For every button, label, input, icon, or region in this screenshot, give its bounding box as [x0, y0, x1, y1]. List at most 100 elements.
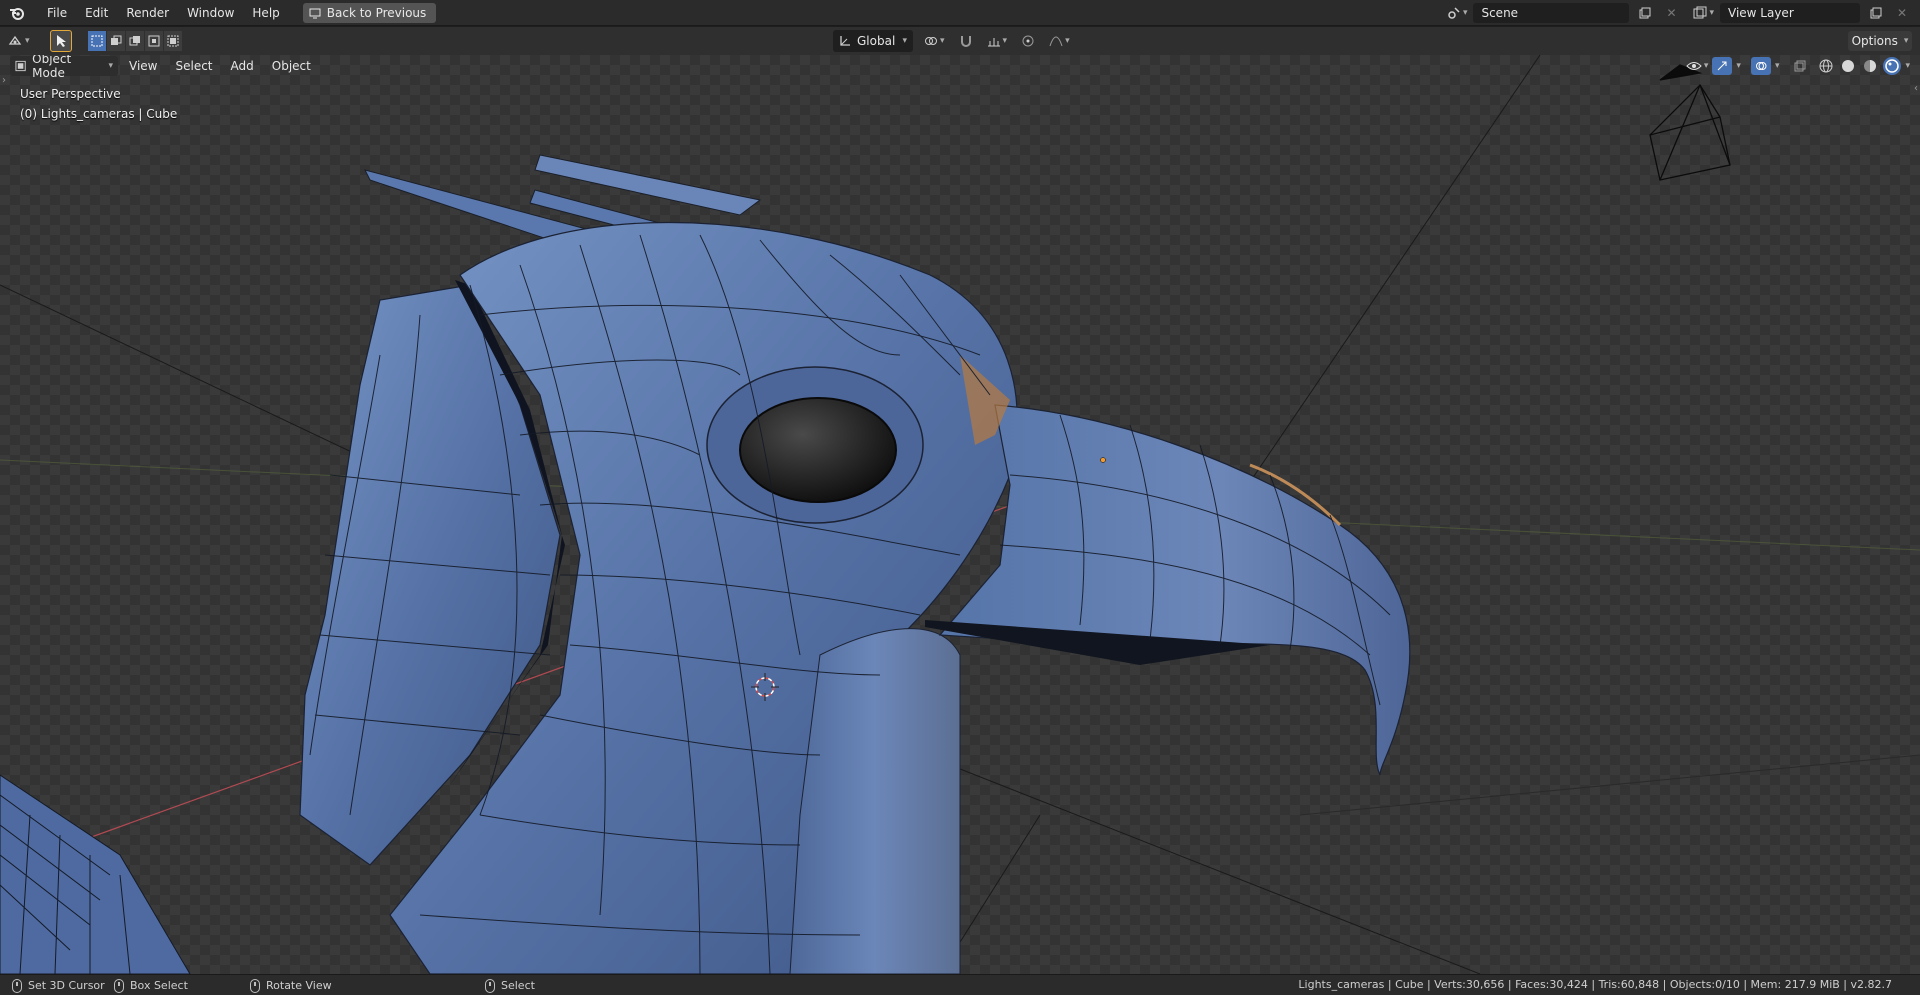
editor-type-dropdown[interactable]: ▾: [8, 31, 40, 51]
scene-browse-dropdown[interactable]: ▾: [1447, 6, 1468, 20]
object-mode-icon: [15, 60, 26, 72]
new-view-layer-icon[interactable]: [1866, 3, 1886, 23]
new-scene-icon[interactable]: [1635, 3, 1655, 23]
rendered-sphere-icon: [1885, 59, 1900, 73]
scene-name-field[interactable]: Scene: [1473, 3, 1630, 23]
viewport-header: Object Mode ▾ View Select Add Object: [10, 55, 318, 80]
gizmo-toggle[interactable]: [1712, 57, 1733, 75]
camera-object[interactable]: [1649, 64, 1731, 181]
top-menu-bar: File Edit Render Window Help Back to Pre…: [0, 0, 1920, 26]
scene-statistics: Lights_cameras | Cube | Verts:30,656 | F…: [1298, 978, 1892, 991]
collection-info-label: (0) Lights_cameras | Cube: [20, 107, 178, 121]
select-subtract-button[interactable]: [126, 31, 144, 51]
remove-view-layer-icon[interactable]: ✕: [1892, 3, 1912, 23]
view-layer-name-field[interactable]: View Layer: [1720, 3, 1860, 23]
screen-icon: [309, 8, 321, 18]
menu-help[interactable]: Help: [243, 2, 288, 24]
wing-mesh: [0, 774, 191, 974]
mouse-right-icon: [485, 978, 495, 993]
viewport-menu-view[interactable]: View: [122, 59, 164, 73]
overlays-toggle[interactable]: [1750, 57, 1771, 75]
proportional-falloff-dropdown[interactable]: ▾: [1046, 30, 1073, 52]
chevron-down-icon: ▾: [1002, 36, 1008, 46]
chevron-down-icon: ▾: [108, 61, 113, 71]
xray-toggle[interactable]: [1791, 57, 1809, 75]
toolbar-toggle-icon[interactable]: ›: [2, 75, 6, 86]
solid-sphere-icon: [1842, 60, 1855, 72]
scene-name: Scene: [1481, 6, 1519, 20]
chevron-down-icon: ▾: [1709, 8, 1714, 18]
mouse-drag-icon: [114, 978, 124, 993]
interaction-mode-label: Object Mode: [32, 55, 72, 80]
chevron-down-icon: ▾: [1903, 36, 1909, 46]
object-origin-dot[interactable]: [1100, 457, 1106, 463]
pivot-point-dropdown[interactable]: ▾: [921, 30, 948, 52]
3d-viewport[interactable]: Object Mode ▾ View Select Add Object Use…: [0, 55, 1920, 974]
eye-ball: [739, 397, 897, 503]
interaction-mode-dropdown[interactable]: Object Mode ▾: [10, 55, 118, 80]
hint-box-select-label: Box Select: [130, 979, 188, 992]
eye-visibility-icon: [1686, 62, 1702, 70]
sidebar-toggle-icon[interactable]: ‹: [1914, 83, 1918, 94]
viewport-menu-add[interactable]: Add: [224, 59, 261, 73]
viewport-shading-group: ▾ ▾ ▾ ▾: [1686, 57, 1910, 75]
chevron-down-icon: ▾: [25, 36, 30, 46]
shading-rendered-button[interactable]: [1883, 57, 1902, 75]
snap-target-dropdown[interactable]: ▾: [984, 30, 1011, 52]
view-layer-browse-dropdown[interactable]: ▾: [1693, 6, 1714, 20]
axis-icon: [840, 36, 850, 46]
chevron-down-icon: ▾: [902, 36, 907, 46]
viewport-scene[interactable]: [0, 55, 1920, 974]
chevron-down-icon: ▾: [1462, 8, 1468, 18]
falloff-curve-icon: [1049, 36, 1063, 47]
shading-wireframe-button[interactable]: [1817, 57, 1835, 75]
hint-select: Select: [485, 977, 535, 994]
hint-box-select: Box Select: [114, 977, 188, 994]
shading-material-button[interactable]: [1861, 57, 1879, 75]
status-bar: Set 3D Cursor Box Select Rotate View Sel…: [0, 974, 1920, 995]
chevron-down-icon[interactable]: ▾: [1736, 61, 1741, 71]
hint-rotate-view: Rotate View: [250, 977, 332, 994]
chevron-down-icon: ▾: [940, 36, 945, 46]
proportional-editing-toggle[interactable]: [1018, 30, 1038, 52]
scene-icon: [1448, 7, 1460, 19]
transform-orientation-dropdown[interactable]: Global ▾: [833, 30, 913, 52]
gizmo-icon: [1718, 61, 1727, 71]
3d-viewport-icon: [8, 35, 22, 45]
proportional-edit-icon: [1022, 35, 1034, 47]
chevron-down-icon[interactable]: ▾: [1905, 61, 1910, 71]
viewport-menu-object[interactable]: Object: [265, 59, 318, 73]
snap-toggle[interactable]: [956, 30, 976, 52]
menu-edit[interactable]: Edit: [76, 2, 117, 24]
chevron-down-icon: ▾: [1065, 36, 1070, 46]
chevron-down-icon[interactable]: ▾: [1775, 61, 1780, 71]
select-extend-button[interactable]: [107, 31, 125, 51]
shading-solid-button[interactable]: [1839, 57, 1857, 75]
overlays-icon: [1755, 62, 1767, 70]
cursor-arrow-icon: [57, 35, 66, 47]
select-intersect-button[interactable]: [164, 31, 182, 51]
snap-increment-icon: [987, 38, 1000, 47]
mouse-middle-icon: [250, 978, 260, 993]
select-invert-button[interactable]: [145, 31, 163, 51]
xray-icon: [1794, 60, 1806, 72]
menu-file[interactable]: File: [38, 2, 76, 24]
wireframe-sphere-icon: [1819, 59, 1833, 73]
remove-scene-icon[interactable]: ✕: [1661, 3, 1681, 23]
menu-render[interactable]: Render: [117, 2, 178, 24]
hint-set-3d-cursor: Set 3D Cursor: [12, 977, 105, 994]
orientation-label: Global: [857, 34, 896, 48]
back-to-previous-button[interactable]: Back to Previous: [302, 2, 437, 23]
select-new-button[interactable]: [88, 31, 106, 51]
options-dropdown[interactable]: Options ▾: [1848, 31, 1912, 51]
blender-logo-icon[interactable]: [6, 2, 28, 24]
mouse-left-icon: [12, 978, 22, 993]
beak-mesh: [938, 404, 1411, 776]
viewport-menu-select[interactable]: Select: [168, 59, 219, 73]
select-tool-button[interactable]: [50, 30, 72, 52]
menu-window[interactable]: Window: [178, 2, 243, 24]
view-perspective-label: User Perspective: [20, 87, 121, 101]
object-visibility-dropdown[interactable]: ▾: [1686, 59, 1708, 73]
hint-set-3d-cursor-label: Set 3D Cursor: [28, 979, 105, 992]
pivot-icon: [925, 37, 937, 45]
